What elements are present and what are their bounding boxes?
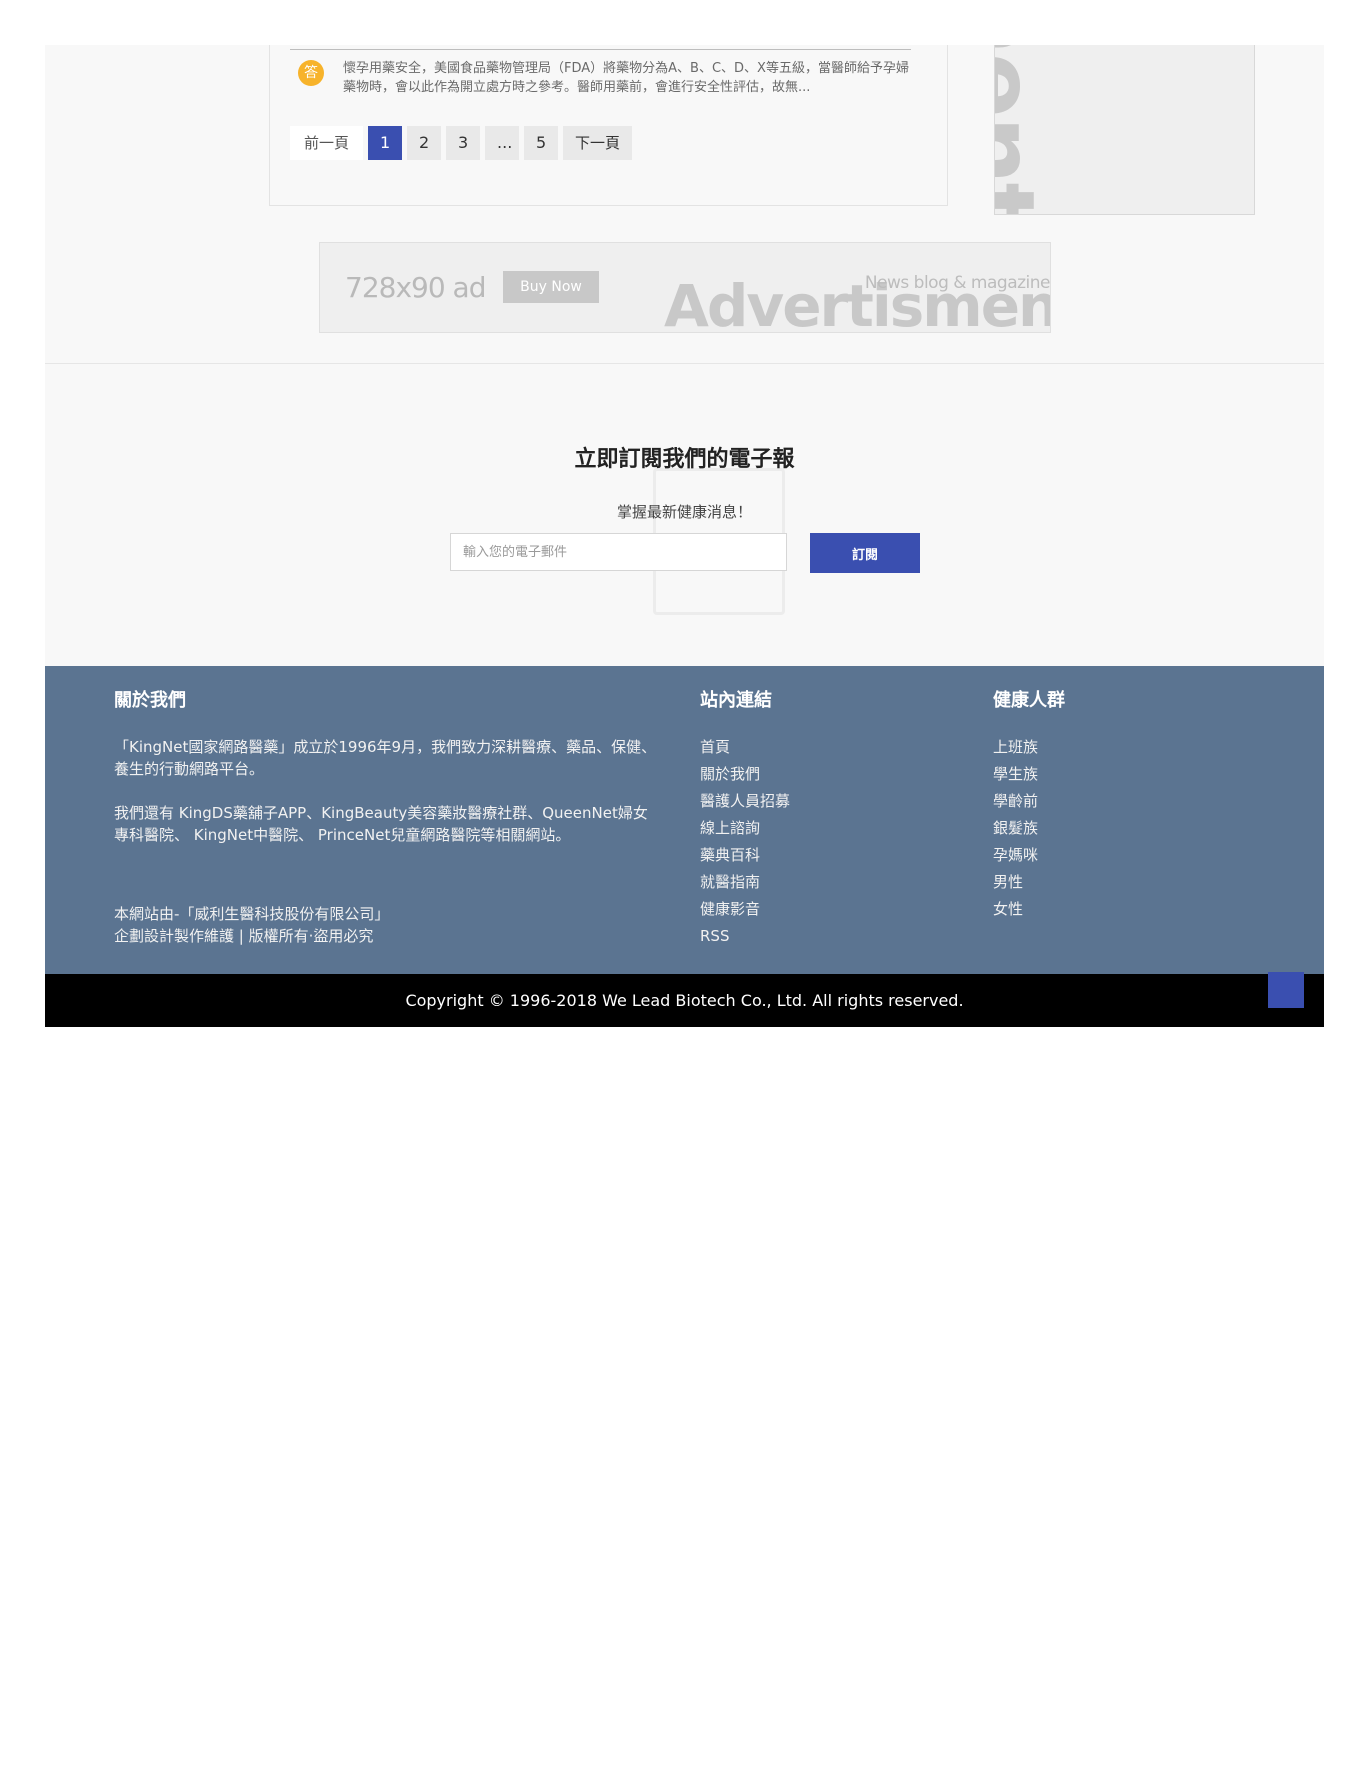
banner-ad-tagline: News blog & magazine [864,273,1050,293]
answer-badge: 答 [298,60,324,86]
banner-ad[interactable]: 728x90 ad Buy Now Advertisment News blog… [319,242,1051,333]
page-button-5[interactable]: 5 [524,126,559,160]
footer-legal-line: 企劃設計製作維護 | 版權所有‧盜用必究 [114,927,374,945]
qa-panel: 答 懷孕用藥安全，美國食品藥物管理局（FDA）將藥物分為A、B、C、D、X等五級… [269,45,948,206]
footer-legal: 本網站由-「威利生醫科技股份有限公司」 企劃設計製作維護 | 版權所有‧盜用必究 [114,903,389,947]
footer-about-heading: 關於我們 [114,690,186,711]
footer-group-women[interactable]: 女性 [993,898,1038,925]
footer-links-heading: 站內連結 [700,690,772,711]
answer-text[interactable]: 懷孕用藥安全，美國食品藥物管理局（FDA）將藥物分為A、B、C、D、X等五級，當… [343,59,913,97]
copyright-bar: Copyright © 1996-2018 We Lead Biotech Co… [45,972,1324,1027]
footer-group-seniors[interactable]: 銀髮族 [993,817,1038,844]
footer: 關於我們 「KingNet國家網路醫藥」成立於1996年9月，我們致力深耕醫療、… [45,666,1324,974]
prev-page-button[interactable]: 前一頁 [290,126,364,160]
page-button-3[interactable]: 3 [446,126,481,160]
footer-about-text: 「KingNet國家網路醫藥」成立於1996年9月，我們致力深耕醫療、藥品、保健… [114,738,657,778]
copyright-text: Copyright © 1996-2018 We Lead Biotech Co… [405,991,964,1010]
footer-group-students[interactable]: 學生族 [993,763,1038,790]
side-ad-word: ment [994,45,1055,214]
footer-about: 「KingNet國家網路醫藥」成立於1996年9月，我們致力深耕醫療、藥品、保健… [114,736,659,868]
newsletter-subtitle: 掌握最新健康消息！ [616,503,752,521]
page-button-1[interactable]: 1 [368,126,403,160]
footer-groups: 上班族 學生族 學齡前 銀髮族 孕媽咪 男性 女性 [993,736,1038,925]
footer-group-preschool[interactable]: 學齡前 [993,790,1038,817]
side-ad[interactable]: ment [994,45,1255,215]
footer-legal-line: 本網站由-「威利生醫科技股份有限公司」 [114,905,390,923]
divider [290,49,911,50]
footer-related-sites: 我們還有 KingDS藥舖子APP、KingBeauty美容藥妝醫療社群、Que… [114,804,648,844]
email-input[interactable] [450,533,787,571]
footer-link-home[interactable]: 首頁 [700,736,790,763]
next-page-button[interactable]: 下一頁 [563,126,633,160]
page: 答 懷孕用藥安全，美國食品藥物管理局（FDA）將藥物分為A、B、C、D、X等五級… [45,45,1324,1027]
footer-link-about[interactable]: 關於我們 [700,763,790,790]
pagination: 前一頁 1 2 3 ... 5 下一頁 [290,126,633,160]
footer-link-videos[interactable]: 健康影音 [700,898,790,925]
subscribe-button[interactable]: 訂閱 [810,533,920,573]
footer-link-drug-encyclopedia[interactable]: 藥典百科 [700,844,790,871]
footer-links: 首頁 關於我們 醫護人員招募 線上諮詢 藥典百科 就醫指南 健康影音 RSS [700,736,790,952]
footer-link-rss[interactable]: RSS [700,925,790,952]
page-button-2[interactable]: 2 [407,126,442,160]
back-to-top-button[interactable] [1268,972,1304,1008]
footer-groups-heading: 健康人群 [993,690,1065,711]
footer-group-pregnant[interactable]: 孕媽咪 [993,844,1038,871]
banner-ad-size: 728x90 ad [345,271,486,304]
footer-group-office-workers[interactable]: 上班族 [993,736,1038,763]
newsletter-title: 立即訂閱我們的電子報 [574,447,795,472]
footer-link-recruit[interactable]: 醫護人員招募 [700,790,790,817]
content-area: 答 懷孕用藥安全，美國食品藥物管理局（FDA）將藥物分為A、B、C、D、X等五級… [45,45,1324,364]
page-ellipsis: ... [485,126,520,160]
buy-now-button[interactable]: Buy Now [503,271,599,303]
footer-group-men[interactable]: 男性 [993,871,1038,898]
footer-link-medical-guide[interactable]: 就醫指南 [700,871,790,898]
newsletter-section: 立即訂閱我們的電子報 掌握最新健康消息！ 訂閱 [45,364,1324,666]
footer-link-consult[interactable]: 線上諮詢 [700,817,790,844]
